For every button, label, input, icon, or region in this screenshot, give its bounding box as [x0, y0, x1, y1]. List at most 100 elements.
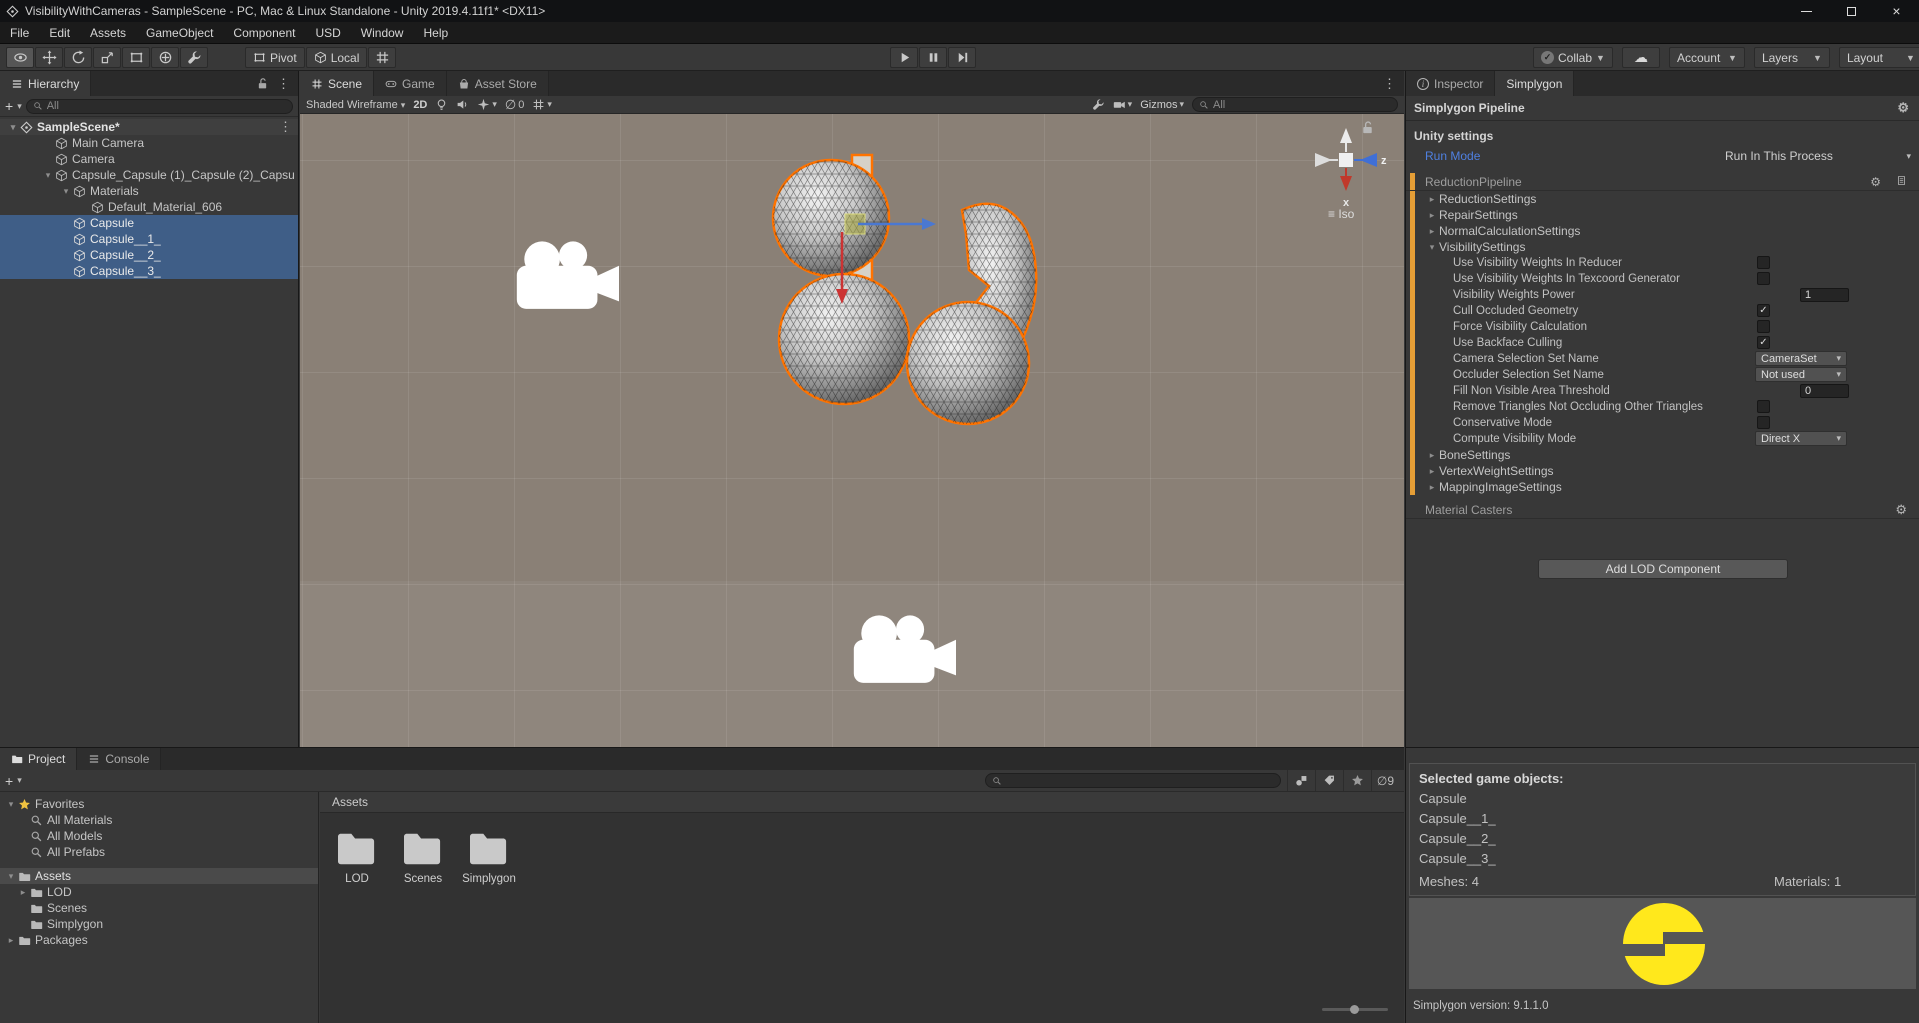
- settings-group-bonesettings[interactable]: ▸BoneSettings: [1406, 447, 1919, 463]
- project-search-input[interactable]: [1006, 775, 1274, 787]
- pivot-toggle[interactable]: Pivot: [245, 47, 305, 68]
- setting-checkbox[interactable]: [1757, 320, 1770, 333]
- folder-item[interactable]: LOD: [326, 830, 388, 885]
- gear-icon[interactable]: ⚙: [1895, 502, 1907, 518]
- camera-settings-dropdown[interactable]: ▾: [1113, 98, 1133, 111]
- collab-button[interactable]: ✓Collab▼: [1533, 47, 1613, 68]
- expand-arrow[interactable]: ▾: [41, 170, 55, 181]
- lighting-toggle[interactable]: [435, 98, 448, 111]
- tab-project[interactable]: Project: [0, 748, 77, 770]
- expand-arrow[interactable]: ▾: [1425, 242, 1439, 253]
- expand-arrow[interactable]: ▸: [1425, 226, 1439, 237]
- settings-group-normalcalculationsettings[interactable]: ▸NormalCalculationSettings: [1406, 223, 1919, 239]
- hidden-objects-toggle[interactable]: ∅0: [505, 97, 524, 113]
- setting-dropdown[interactable]: CameraSet▾: [1755, 351, 1847, 366]
- step-button[interactable]: [948, 47, 976, 68]
- tab-console[interactable]: Console: [77, 748, 161, 770]
- menu-gameobject[interactable]: GameObject: [136, 22, 223, 43]
- gizmos-dropdown[interactable]: Gizmos▾: [1140, 99, 1184, 111]
- hierarchy-search-input[interactable]: [47, 100, 286, 112]
- minimize-button[interactable]: [1784, 0, 1829, 22]
- tab-scene[interactable]: Scene: [300, 71, 374, 96]
- project-tree-item[interactable]: ▾Favorites: [0, 796, 318, 812]
- layers-dropdown[interactable]: Layers▼: [1754, 47, 1830, 68]
- chevron-down-icon[interactable]: ▾: [17, 101, 22, 112]
- draw-mode-dropdown[interactable]: Shaded Wireframe ▾: [306, 99, 405, 111]
- scene-viewport[interactable]: z x ≡ Iso: [300, 114, 1404, 747]
- expand-arrow[interactable]: ▸: [1425, 210, 1439, 221]
- expand-arrow[interactable]: ▾: [59, 186, 73, 197]
- maximize-button[interactable]: [1829, 0, 1874, 22]
- project-tree-item[interactable]: Scenes: [0, 900, 318, 916]
- menu-window[interactable]: Window: [351, 22, 414, 43]
- add-lod-component-button[interactable]: Add LOD Component: [1538, 559, 1788, 579]
- tab-asset-store[interactable]: Asset Store: [447, 71, 549, 96]
- setting-dropdown[interactable]: Direct X▾: [1755, 431, 1847, 446]
- move-tool-button[interactable]: [35, 47, 63, 68]
- thumbnail-size-slider[interactable]: [1322, 1008, 1388, 1011]
- expand-arrow[interactable]: ▸: [1425, 450, 1439, 461]
- settings-group-visibilitysettings[interactable]: ▾VisibilitySettings: [1406, 239, 1919, 255]
- expand-arrow[interactable]: ▸: [1425, 194, 1439, 205]
- 2d-toggle[interactable]: 2D: [413, 99, 427, 111]
- custom-tool-button[interactable]: [180, 47, 208, 68]
- run-mode-link[interactable]: Run Mode: [1425, 149, 1480, 163]
- folder-item[interactable]: Scenes: [392, 830, 454, 885]
- menu-file[interactable]: File: [0, 22, 39, 43]
- rect-tool-button[interactable]: [122, 47, 150, 68]
- project-tree-item[interactable]: ▾Assets: [0, 868, 318, 884]
- setting-field[interactable]: [1800, 288, 1849, 302]
- gear-icon[interactable]: ⚙: [1897, 100, 1909, 116]
- project-tree-item[interactable]: ▸Packages: [0, 932, 318, 948]
- hierarchy-search[interactable]: [26, 99, 293, 114]
- play-button[interactable]: [890, 47, 918, 68]
- settings-group-repairsettings[interactable]: ▸RepairSettings: [1406, 207, 1919, 223]
- expand-arrow[interactable]: ▸: [1425, 482, 1439, 493]
- pause-button[interactable]: [919, 47, 947, 68]
- local-toggle[interactable]: Local: [306, 47, 368, 68]
- chevron-down-icon[interactable]: ▾: [17, 775, 22, 786]
- run-mode-value[interactable]: Run In This Process: [1725, 149, 1833, 163]
- layout-dropdown[interactable]: Layout▼: [1839, 47, 1919, 68]
- hierarchy-item[interactable]: Capsule__2_: [0, 247, 298, 263]
- expand-arrow[interactable]: ▸: [4, 935, 18, 946]
- create-button[interactable]: +: [5, 101, 13, 111]
- menu-component[interactable]: Component: [223, 22, 305, 43]
- favorites-button[interactable]: [1343, 770, 1371, 791]
- slider-knob[interactable]: [1350, 1005, 1359, 1014]
- panel-menu-icon[interactable]: ⋮: [277, 76, 290, 92]
- search-by-label-button[interactable]: [1315, 770, 1343, 791]
- effects-dropdown[interactable]: ▾: [477, 98, 497, 111]
- expand-arrow[interactable]: ▾: [4, 799, 18, 810]
- hidden-count-button[interactable]: ∅9: [1371, 770, 1399, 791]
- hierarchy-scene-row[interactable]: ▾SampleScene*⋮: [0, 119, 298, 135]
- menu-assets[interactable]: Assets: [80, 22, 136, 43]
- hierarchy-item[interactable]: Main Camera: [0, 135, 298, 151]
- scene-search[interactable]: [1192, 97, 1398, 112]
- document-icon[interactable]: [1896, 175, 1907, 189]
- expand-arrow[interactable]: ▸: [1425, 466, 1439, 477]
- setting-dropdown[interactable]: Not used▾: [1755, 367, 1847, 382]
- row-menu-icon[interactable]: ⋮: [279, 119, 292, 135]
- rotate-tool-button[interactable]: [64, 47, 92, 68]
- grid-snap-button[interactable]: [368, 47, 396, 68]
- project-tree-item[interactable]: Simplygon: [0, 916, 318, 932]
- hierarchy-item[interactable]: Capsule: [0, 215, 298, 231]
- setting-field[interactable]: [1800, 384, 1849, 398]
- settings-group-vertexweightsettings[interactable]: ▸VertexWeightSettings: [1406, 463, 1919, 479]
- menu-usd[interactable]: USD: [305, 22, 350, 43]
- cloud-button[interactable]: ☁: [1622, 47, 1660, 68]
- close-button[interactable]: ×: [1874, 0, 1919, 22]
- project-tree-item[interactable]: All Prefabs: [0, 844, 318, 860]
- menu-edit[interactable]: Edit: [39, 22, 80, 43]
- audio-toggle[interactable]: [456, 98, 469, 111]
- tab-hierarchy[interactable]: Hierarchy: [0, 71, 91, 96]
- tool-settings-button[interactable]: [1092, 98, 1105, 111]
- lock-icon[interactable]: [256, 77, 269, 90]
- settings-group-reductionsettings[interactable]: ▸ReductionSettings: [1406, 191, 1919, 207]
- hierarchy-item[interactable]: Camera: [0, 151, 298, 167]
- project-tree-item[interactable]: All Models: [0, 828, 318, 844]
- gear-icon[interactable]: ⚙: [1870, 175, 1881, 189]
- setting-checkbox[interactable]: ✓: [1757, 336, 1770, 349]
- setting-checkbox[interactable]: [1757, 256, 1770, 269]
